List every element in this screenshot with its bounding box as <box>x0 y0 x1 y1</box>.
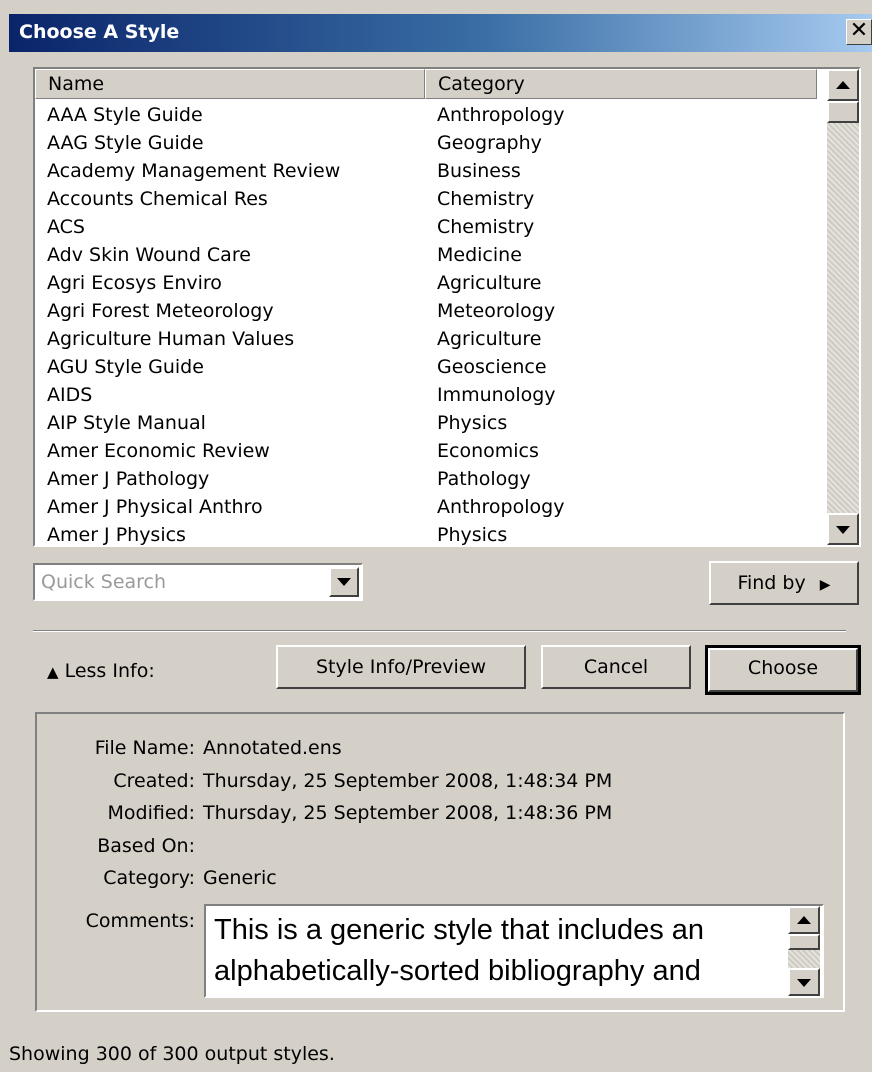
find-by-label: Find by <box>737 572 806 594</box>
comments-text[interactable]: This is a generic style that includes an… <box>214 910 784 992</box>
style-name: Agri Ecosys Enviro <box>47 272 222 294</box>
file-name-label: File Name: <box>94 737 195 759</box>
close-button[interactable]: ✕ <box>846 19 872 45</box>
style-info-panel: File Name: Annotated.ens Created: Thursd… <box>35 712 845 1012</box>
style-list: Name Category AAA Style Guide Anthropolog… <box>33 67 861 547</box>
style-category: Physics <box>437 412 508 434</box>
less-info-label: Less Info: <box>64 660 155 682</box>
created-value: Thursday, 25 September 2008, 1:48:34 PM <box>203 770 613 792</box>
close-icon: ✕ <box>849 18 869 43</box>
style-row[interactable]: Accounts Chemical Res Chemistry <box>35 185 817 213</box>
comments-scroll-thumb[interactable] <box>788 934 820 950</box>
style-name: AGU Style Guide <box>47 356 204 378</box>
cancel-button[interactable]: Cancel <box>541 645 691 689</box>
style-category: Geography <box>437 132 542 154</box>
style-row[interactable]: AAG Style Guide Geography <box>35 129 817 157</box>
choose-button[interactable]: Choose <box>705 645 861 695</box>
scroll-down-button[interactable] <box>827 513 859 545</box>
style-row[interactable]: Amer Economic Review Economics <box>35 437 817 465</box>
style-name: AIDS <box>47 384 93 406</box>
arrow-up-icon: ▲ <box>47 663 59 681</box>
chevron-down-icon <box>337 578 351 586</box>
style-name: Adv Skin Wound Care <box>47 244 251 266</box>
style-name: AIP Style Manual <box>47 412 206 434</box>
comments-scroll-down-button[interactable] <box>788 968 820 996</box>
style-name: AAG Style Guide <box>47 132 204 154</box>
scroll-up-button[interactable] <box>827 69 859 101</box>
comments-label: Comments: <box>85 910 195 932</box>
column-header-name[interactable]: Name <box>35 69 425 99</box>
category-value: Generic <box>203 867 277 889</box>
choose-style-dialog: Name Category AAA Style Guide Anthropolog… <box>9 52 872 1072</box>
style-category: Medicine <box>437 244 522 266</box>
style-row[interactable]: Amer J Pathology Pathology <box>35 465 817 493</box>
column-header-category[interactable]: Category <box>425 69 817 99</box>
style-row[interactable]: Amer J Physical Anthro Anthropology <box>35 493 817 521</box>
style-category: Anthropology <box>437 104 565 126</box>
style-name: Academy Management Review <box>47 160 341 182</box>
style-category: Business <box>437 160 521 182</box>
style-name: AAA Style Guide <box>47 104 203 126</box>
comments-scrollbar[interactable] <box>788 906 820 996</box>
style-category: Geoscience <box>437 356 547 378</box>
style-row[interactable]: AAA Style Guide Anthropology <box>35 101 817 129</box>
title-bar: Choose A Style ✕ <box>9 14 872 52</box>
arrow-up-icon <box>836 81 850 89</box>
style-category: Immunology <box>437 384 556 406</box>
arrow-up-icon <box>797 916 811 924</box>
style-row[interactable]: AIP Style Manual Physics <box>35 409 817 437</box>
style-category: Agriculture <box>437 272 542 294</box>
style-name: Amer J Pathology <box>47 468 210 490</box>
quick-search-input[interactable] <box>37 567 321 597</box>
based-on-label: Based On: <box>97 835 195 857</box>
triangle-right-icon: ▶ <box>819 577 831 593</box>
style-name: Amer J Physics <box>47 524 186 546</box>
style-category: Agriculture <box>437 328 542 350</box>
style-row[interactable]: Agri Forest Meteorology Meteorology <box>35 297 817 325</box>
file-name-value: Annotated.ens <box>203 737 342 759</box>
find-by-button[interactable]: Find by ▶ <box>709 561 859 605</box>
style-name: Amer Economic Review <box>47 440 270 462</box>
category-label: Category: <box>103 867 195 889</box>
style-name: Amer J Physical Anthro <box>47 496 263 518</box>
style-info-preview-button[interactable]: Style Info/Preview <box>276 645 526 689</box>
window-title: Choose A Style <box>19 21 180 43</box>
quick-search-combo <box>33 563 363 601</box>
style-name: Accounts Chemical Res <box>47 188 268 210</box>
style-category: Pathology <box>437 468 531 490</box>
scroll-thumb[interactable] <box>827 101 859 123</box>
arrow-down-icon <box>797 979 811 987</box>
style-category: Chemistry <box>437 188 535 210</box>
modified-label: Modified: <box>107 802 195 824</box>
style-row[interactable]: Academy Management Review Business <box>35 157 817 185</box>
style-row[interactable]: Agri Ecosys Enviro Agriculture <box>35 269 817 297</box>
style-name: Agriculture Human Values <box>47 328 295 350</box>
choose-label: Choose <box>708 648 858 692</box>
style-category: Physics <box>437 524 508 546</box>
list-scrollbar[interactable] <box>827 69 859 545</box>
status-bar-text: Showing 300 of 300 output styles. <box>9 1043 335 1065</box>
style-row[interactable]: Amer J Physics Physics <box>35 521 817 546</box>
style-category: Meteorology <box>437 300 556 322</box>
created-label: Created: <box>113 770 195 792</box>
style-row[interactable]: AIDS Immunology <box>35 381 817 409</box>
style-category: Economics <box>437 440 539 462</box>
comments-box: This is a generic style that includes an… <box>204 904 824 998</box>
style-category: Anthropology <box>437 496 565 518</box>
style-row[interactable]: Agriculture Human Values Agriculture <box>35 325 817 353</box>
style-name: ACS <box>47 216 85 238</box>
style-category: Chemistry <box>437 216 535 238</box>
quick-search-dropdown-button[interactable] <box>329 567 359 597</box>
style-row[interactable]: AGU Style Guide Geoscience <box>35 353 817 381</box>
style-name: Agri Forest Meteorology <box>47 300 274 322</box>
separator <box>33 630 846 632</box>
list-header: Name Category <box>35 69 817 99</box>
less-info-toggle[interactable]: ▲ Less Info: <box>47 657 155 686</box>
style-row[interactable]: ACS Chemistry <box>35 213 817 241</box>
arrow-down-icon <box>836 526 850 534</box>
style-rows: AAA Style Guide Anthropology AAG Style Gui… <box>35 101 817 546</box>
modified-value: Thursday, 25 September 2008, 1:48:36 PM <box>203 802 613 824</box>
style-row[interactable]: Adv Skin Wound Care Medicine <box>35 241 817 269</box>
comments-scroll-up-button[interactable] <box>788 906 820 934</box>
